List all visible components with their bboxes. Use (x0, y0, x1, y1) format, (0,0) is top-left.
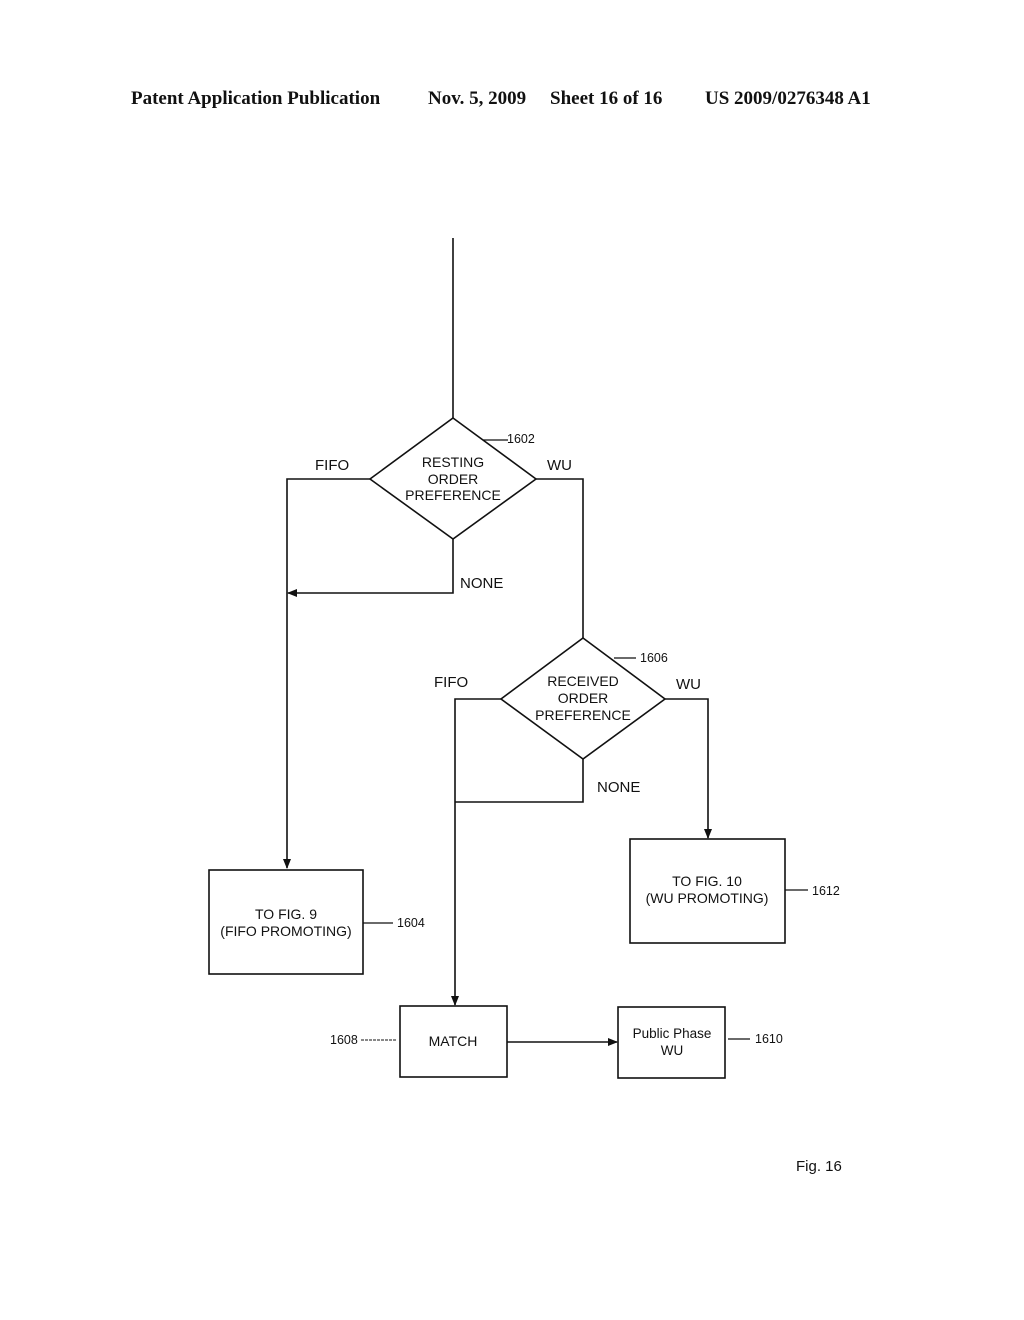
edge-1606-fifo-line (451, 698, 501, 1006)
edge-1606-wu-line (665, 698, 712, 839)
flowchart: RESTING ORDER PREFERENCE RECEIVED ORDER … (208, 238, 842, 1175)
edge-1606-fifo-label: FIFO (434, 674, 468, 691)
decision-1602-line-1: RESTING (422, 454, 484, 470)
ref-1608: 1608 (330, 1033, 358, 1047)
box-1604-line-2: (FIFO PROMOTING) (220, 923, 351, 939)
edge-1602-none-label: NONE (460, 575, 503, 592)
figure-label: Fig. 16 (796, 1158, 842, 1175)
edge-1602-fifo-label: FIFO (315, 457, 349, 474)
box-1604-shape (208, 869, 364, 975)
ref-1606: 1606 (640, 651, 668, 665)
decision-1606-line-1: RECEIVED (547, 673, 619, 689)
box-1608-line-1: MATCH (429, 1033, 478, 1049)
edge-1606-wu-label: WU (676, 676, 701, 693)
edge-1602-wu-line (536, 478, 584, 638)
decision-1602-line-2: ORDER (428, 471, 479, 487)
box-1610-line-2: WU (661, 1043, 684, 1058)
ref-1610: 1610 (755, 1032, 783, 1046)
decision-1606-line-2: ORDER (558, 690, 609, 706)
ref-1602: 1602 (507, 432, 535, 446)
edge-1602-none-line (287, 539, 454, 597)
box-1610-line-1: Public Phase (633, 1026, 712, 1041)
edge-1606-none-label: NONE (597, 779, 640, 796)
box-1612-line-1: TO FIG. 10 (672, 873, 742, 889)
decision-1606-line-3: PREFERENCE (535, 707, 631, 723)
edge-1606-none-line (455, 759, 584, 803)
edge-1602-wu-label: WU (547, 457, 572, 474)
edge-1602-fifo-line (283, 478, 370, 869)
ref-1604: 1604 (397, 916, 425, 930)
ref-1612: 1612 (812, 884, 840, 898)
box-1612-line-2: (WU PROMOTING) (646, 890, 769, 906)
box-1604-line-1: TO FIG. 9 (255, 906, 317, 922)
decision-1602-line-3: PREFERENCE (405, 487, 501, 503)
